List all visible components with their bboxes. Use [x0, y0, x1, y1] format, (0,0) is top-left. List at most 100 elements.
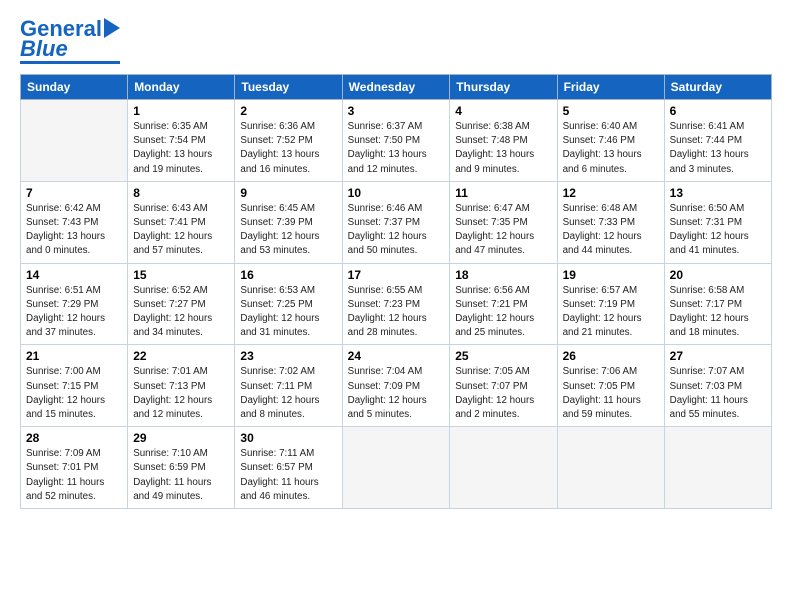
- calendar-cell: [450, 427, 557, 509]
- week-row-4: 21Sunrise: 7:00 AMSunset: 7:15 PMDayligh…: [21, 345, 772, 427]
- calendar-cell: [557, 427, 664, 509]
- day-number: 10: [348, 186, 445, 200]
- day-number: 28: [26, 431, 122, 445]
- day-info: Sunrise: 7:09 AMSunset: 7:01 PMDaylight:…: [26, 447, 122, 504]
- day-number: 5: [563, 104, 659, 118]
- calendar-cell: 6 Sunrise: 6:41 AMSunset: 7:44 PMDaylight…: [664, 100, 771, 182]
- day-number: 14: [26, 268, 122, 282]
- day-info: Sunrise: 6:51 AMSunset: 7:29 PMDaylight:…: [26, 284, 122, 341]
- calendar-cell: 16 Sunrise: 6:53 AMSunset: 7:25 PMDayligh…: [235, 263, 342, 345]
- calendar-cell: 25 Sunrise: 7:05 AMSunset: 7:07 PMDayligh…: [450, 345, 557, 427]
- day-info: Sunrise: 6:35 AMSunset: 7:54 PMDaylight:…: [133, 120, 229, 177]
- day-number: 7: [26, 186, 122, 200]
- day-number: 17: [348, 268, 445, 282]
- weekday-header-row: SundayMondayTuesdayWednesdayThursdayFrid…: [21, 75, 772, 100]
- day-number: 11: [455, 186, 551, 200]
- page: General Blue SundayMondayTuesdayWednesda…: [0, 0, 792, 521]
- calendar-cell: 19 Sunrise: 6:57 AMSunset: 7:19 PMDayligh…: [557, 263, 664, 345]
- logo-arrow-icon: [104, 18, 120, 38]
- calendar-cell: 11 Sunrise: 6:47 AMSunset: 7:35 PMDayligh…: [450, 181, 557, 263]
- day-info: Sunrise: 6:41 AMSunset: 7:44 PMDaylight:…: [670, 120, 766, 177]
- day-number: 8: [133, 186, 229, 200]
- weekday-header-friday: Friday: [557, 75, 664, 100]
- calendar-cell: 2 Sunrise: 6:36 AMSunset: 7:52 PMDaylight…: [235, 100, 342, 182]
- day-number: 2: [240, 104, 336, 118]
- day-info: Sunrise: 7:05 AMSunset: 7:07 PMDaylight:…: [455, 365, 551, 422]
- day-number: 1: [133, 104, 229, 118]
- day-info: Sunrise: 6:38 AMSunset: 7:48 PMDaylight:…: [455, 120, 551, 177]
- header: General Blue: [20, 18, 772, 64]
- logo-blue-text: Blue: [20, 38, 68, 60]
- day-number: 26: [563, 349, 659, 363]
- day-number: 19: [563, 268, 659, 282]
- week-row-2: 7 Sunrise: 6:42 AMSunset: 7:43 PMDaylight…: [21, 181, 772, 263]
- calendar-cell: 29 Sunrise: 7:10 AMSunset: 6:59 PMDayligh…: [128, 427, 235, 509]
- day-info: Sunrise: 6:50 AMSunset: 7:31 PMDaylight:…: [670, 202, 766, 259]
- day-info: Sunrise: 7:01 AMSunset: 7:13 PMDaylight:…: [133, 365, 229, 422]
- day-info: Sunrise: 6:36 AMSunset: 7:52 PMDaylight:…: [240, 120, 336, 177]
- day-number: 18: [455, 268, 551, 282]
- day-info: Sunrise: 6:45 AMSunset: 7:39 PMDaylight:…: [240, 202, 336, 259]
- day-info: Sunrise: 6:52 AMSunset: 7:27 PMDaylight:…: [133, 284, 229, 341]
- weekday-header-saturday: Saturday: [664, 75, 771, 100]
- calendar-cell: [21, 100, 128, 182]
- day-number: 27: [670, 349, 766, 363]
- day-info: Sunrise: 7:02 AMSunset: 7:11 PMDaylight:…: [240, 365, 336, 422]
- day-number: 6: [670, 104, 766, 118]
- day-number: 22: [133, 349, 229, 363]
- day-info: Sunrise: 6:47 AMSunset: 7:35 PMDaylight:…: [455, 202, 551, 259]
- day-info: Sunrise: 6:53 AMSunset: 7:25 PMDaylight:…: [240, 284, 336, 341]
- day-info: Sunrise: 6:56 AMSunset: 7:21 PMDaylight:…: [455, 284, 551, 341]
- calendar-cell: 23Sunrise: 7:02 AMSunset: 7:11 PMDayligh…: [235, 345, 342, 427]
- day-number: 3: [348, 104, 445, 118]
- calendar-cell: 8 Sunrise: 6:43 AMSunset: 7:41 PMDaylight…: [128, 181, 235, 263]
- calendar-cell: 24 Sunrise: 7:04 AMSunset: 7:09 PMDayligh…: [342, 345, 450, 427]
- weekday-header-monday: Monday: [128, 75, 235, 100]
- calendar-cell: 26Sunrise: 7:06 AMSunset: 7:05 PMDayligh…: [557, 345, 664, 427]
- day-number: 12: [563, 186, 659, 200]
- day-info: Sunrise: 6:43 AMSunset: 7:41 PMDaylight:…: [133, 202, 229, 259]
- day-number: 25: [455, 349, 551, 363]
- day-info: Sunrise: 7:00 AMSunset: 7:15 PMDaylight:…: [26, 365, 122, 422]
- day-info: Sunrise: 6:40 AMSunset: 7:46 PMDaylight:…: [563, 120, 659, 177]
- day-number: 15: [133, 268, 229, 282]
- calendar-cell: 15 Sunrise: 6:52 AMSunset: 7:27 PMDayligh…: [128, 263, 235, 345]
- day-info: Sunrise: 6:48 AMSunset: 7:33 PMDaylight:…: [563, 202, 659, 259]
- calendar-cell: 20Sunrise: 6:58 AMSunset: 7:17 PMDayligh…: [664, 263, 771, 345]
- day-number: 13: [670, 186, 766, 200]
- day-number: 20: [670, 268, 766, 282]
- calendar-cell: 3 Sunrise: 6:37 AMSunset: 7:50 PMDaylight…: [342, 100, 450, 182]
- calendar-cell: 10Sunrise: 6:46 AMSunset: 7:37 PMDayligh…: [342, 181, 450, 263]
- day-number: 30: [240, 431, 336, 445]
- day-info: Sunrise: 7:10 AMSunset: 6:59 PMDaylight:…: [133, 447, 229, 504]
- calendar-cell: 17Sunrise: 6:55 AMSunset: 7:23 PMDayligh…: [342, 263, 450, 345]
- calendar-cell: 9Sunrise: 6:45 AMSunset: 7:39 PMDaylight…: [235, 181, 342, 263]
- weekday-header-thursday: Thursday: [450, 75, 557, 100]
- day-info: Sunrise: 7:07 AMSunset: 7:03 PMDaylight:…: [670, 365, 766, 422]
- calendar-table: SundayMondayTuesdayWednesdayThursdayFrid…: [20, 74, 772, 509]
- day-number: 29: [133, 431, 229, 445]
- calendar-cell: 14 Sunrise: 6:51 AMSunset: 7:29 PMDayligh…: [21, 263, 128, 345]
- calendar-cell: 7 Sunrise: 6:42 AMSunset: 7:43 PMDaylight…: [21, 181, 128, 263]
- calendar-cell: 12 Sunrise: 6:48 AMSunset: 7:33 PMDayligh…: [557, 181, 664, 263]
- weekday-header-tuesday: Tuesday: [235, 75, 342, 100]
- day-number: 4: [455, 104, 551, 118]
- logo: General Blue: [20, 18, 120, 64]
- calendar-cell: 30 Sunrise: 7:11 AMSunset: 6:57 PMDayligh…: [235, 427, 342, 509]
- calendar-cell: 4 Sunrise: 6:38 AMSunset: 7:48 PMDaylight…: [450, 100, 557, 182]
- calendar-cell: 27 Sunrise: 7:07 AMSunset: 7:03 PMDayligh…: [664, 345, 771, 427]
- weekday-header-wednesday: Wednesday: [342, 75, 450, 100]
- day-number: 24: [348, 349, 445, 363]
- calendar-cell: 28 Sunrise: 7:09 AMSunset: 7:01 PMDayligh…: [21, 427, 128, 509]
- week-row-5: 28 Sunrise: 7:09 AMSunset: 7:01 PMDayligh…: [21, 427, 772, 509]
- day-number: 16: [240, 268, 336, 282]
- day-info: Sunrise: 6:42 AMSunset: 7:43 PMDaylight:…: [26, 202, 122, 259]
- logo-underline: [20, 61, 120, 64]
- day-info: Sunrise: 6:57 AMSunset: 7:19 PMDaylight:…: [563, 284, 659, 341]
- week-row-1: 1 Sunrise: 6:35 AMSunset: 7:54 PMDaylight…: [21, 100, 772, 182]
- weekday-header-sunday: Sunday: [21, 75, 128, 100]
- day-info: Sunrise: 7:11 AMSunset: 6:57 PMDaylight:…: [240, 447, 336, 504]
- calendar-cell: 13 Sunrise: 6:50 AMSunset: 7:31 PMDayligh…: [664, 181, 771, 263]
- day-info: Sunrise: 6:37 AMSunset: 7:50 PMDaylight:…: [348, 120, 445, 177]
- day-info: Sunrise: 7:04 AMSunset: 7:09 PMDaylight:…: [348, 365, 445, 422]
